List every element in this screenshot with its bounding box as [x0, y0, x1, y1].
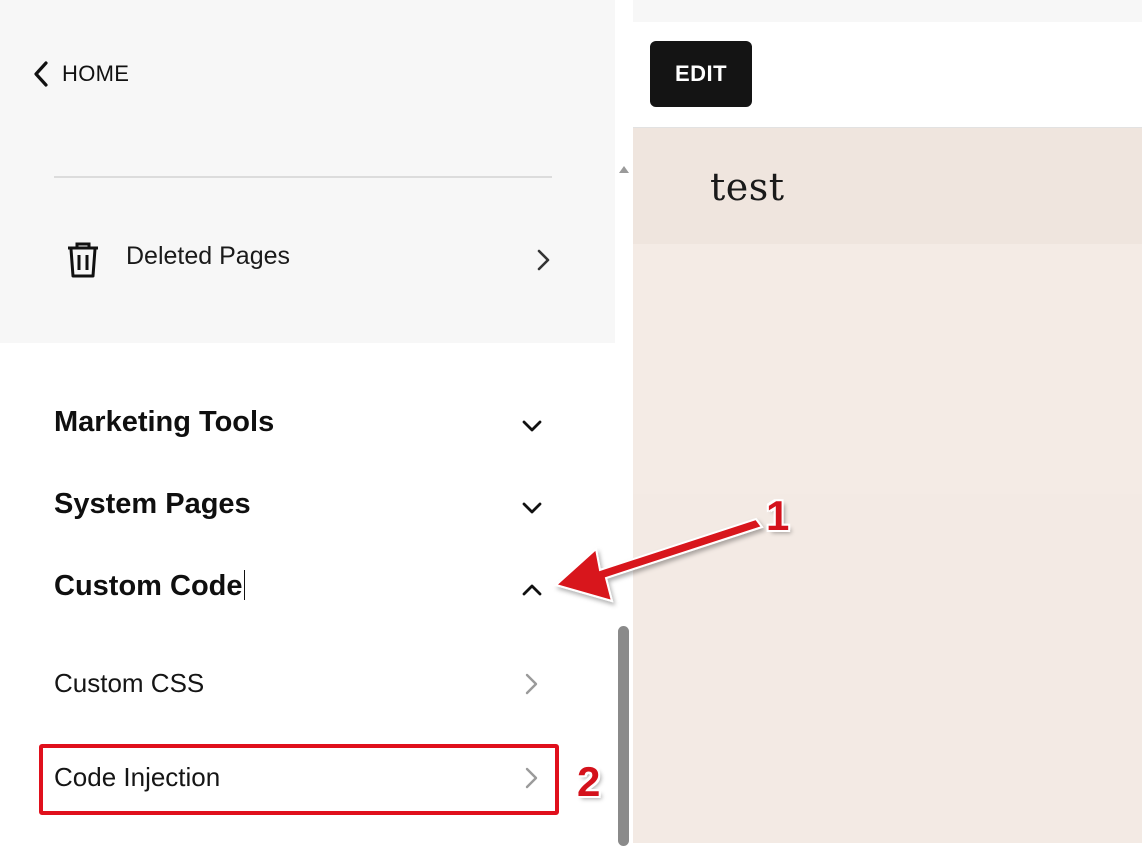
- custom-css-label: Custom CSS: [54, 668, 205, 698]
- divider: [54, 176, 552, 178]
- panel-top-area: HOME Deleted Pages: [0, 0, 615, 343]
- scroll-up-arrow-icon[interactable]: [617, 160, 631, 178]
- chevron-right-icon: [525, 673, 538, 695]
- section-label: System Pages: [54, 488, 251, 520]
- home-back-link[interactable]: HOME: [30, 58, 129, 90]
- section-marketing-tools[interactable]: Marketing Tools: [54, 400, 552, 450]
- chevron-up-icon: [522, 584, 542, 596]
- section-label: Marketing Tools: [54, 406, 275, 438]
- section-label-text: Custom Code: [54, 570, 243, 602]
- chevron-down-icon: [522, 420, 542, 432]
- preview-top-strip: [633, 0, 1142, 22]
- deleted-pages-item[interactable]: Deleted Pages: [54, 232, 554, 288]
- custom-css-item[interactable]: Custom CSS: [54, 660, 552, 708]
- site-header: test: [633, 128, 1142, 244]
- section-label: Custom Code: [54, 570, 245, 603]
- site-section: [633, 494, 1142, 843]
- home-label: HOME: [62, 61, 130, 86]
- section-system-pages[interactable]: System Pages: [54, 482, 552, 532]
- preview-toolbar: EDIT: [633, 22, 1142, 128]
- step-1-badge: 1: [766, 492, 790, 539]
- chevron-down-icon: [522, 502, 542, 514]
- highlight-box: [39, 744, 559, 815]
- settings-panel: HOME Deleted Pages Marketing Tools Syste…: [0, 0, 615, 843]
- chevron-right-icon: [537, 249, 550, 271]
- step-2-badge: 2: [577, 758, 601, 805]
- site-title[interactable]: test: [710, 165, 785, 209]
- trash-icon: [68, 242, 98, 278]
- scrollbar-thumb[interactable]: [618, 626, 629, 846]
- deleted-pages-label: Deleted Pages: [126, 242, 291, 270]
- text-cursor: [243, 570, 245, 600]
- chevron-left-icon: [34, 61, 48, 87]
- site-body: [633, 244, 1142, 843]
- edit-button[interactable]: EDIT: [650, 41, 752, 107]
- section-custom-code[interactable]: Custom Code: [54, 564, 552, 614]
